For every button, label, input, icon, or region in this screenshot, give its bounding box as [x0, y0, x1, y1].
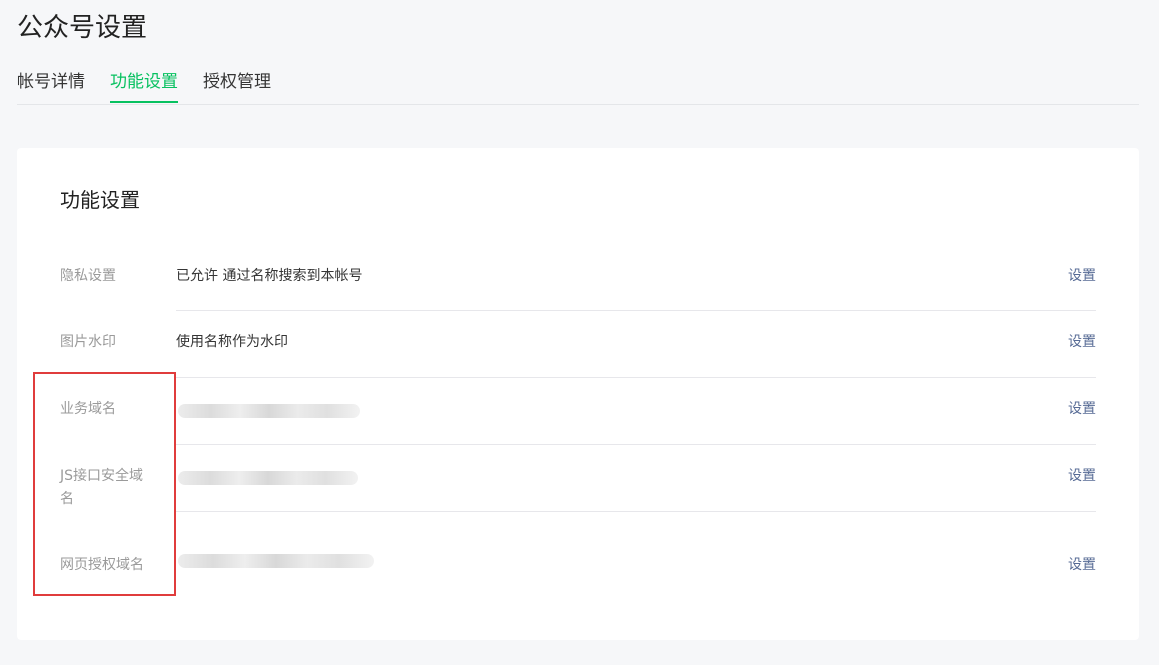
setting-value: 使用名称作为水印 [176, 334, 288, 350]
redacted-domain-value [178, 404, 360, 418]
privacy-set-button[interactable]: 设置 [1068, 265, 1096, 288]
highlight-box [33, 372, 176, 596]
watermark-set-button[interactable]: 设置 [1068, 331, 1096, 354]
setting-row-privacy: 隐私设置 已允许 通过名称搜索到本帐号 设置 [60, 248, 1096, 311]
setting-row-watermark: 图片水印 使用名称作为水印 设置 [60, 311, 1096, 378]
page-title: 公众号设置 [17, 13, 148, 43]
setting-label: 图片水印 [60, 334, 116, 350]
redacted-domain-value [178, 471, 358, 485]
section-title: 功能设置 [60, 188, 140, 212]
web-auth-domain-set-button[interactable]: 设置 [1068, 554, 1096, 577]
settings-card: 功能设置 隐私设置 已允许 通过名称搜索到本帐号 设置 图片水印 使用名称作为水… [17, 148, 1139, 640]
tab-account-details[interactable]: 帐号详情 [17, 68, 85, 102]
setting-row-business-domain: 业务域名 设置 [60, 378, 1096, 445]
js-domain-set-button[interactable]: 设置 [1068, 465, 1096, 488]
setting-row-js-domain: JS接口安全域名 设置 [60, 445, 1096, 512]
redacted-domain-value [178, 554, 374, 568]
setting-row-web-auth-domain: 网页授权域名 设置 [60, 512, 1096, 612]
setting-value: 已允许 通过名称搜索到本帐号 [176, 268, 363, 284]
tab-authorization-management[interactable]: 授权管理 [203, 68, 271, 102]
tab-bar: 帐号详情 功能设置 授权管理 [17, 68, 1139, 105]
business-domain-set-button[interactable]: 设置 [1068, 398, 1096, 421]
tab-function-settings[interactable]: 功能设置 [110, 68, 178, 103]
setting-label: 隐私设置 [60, 268, 116, 284]
